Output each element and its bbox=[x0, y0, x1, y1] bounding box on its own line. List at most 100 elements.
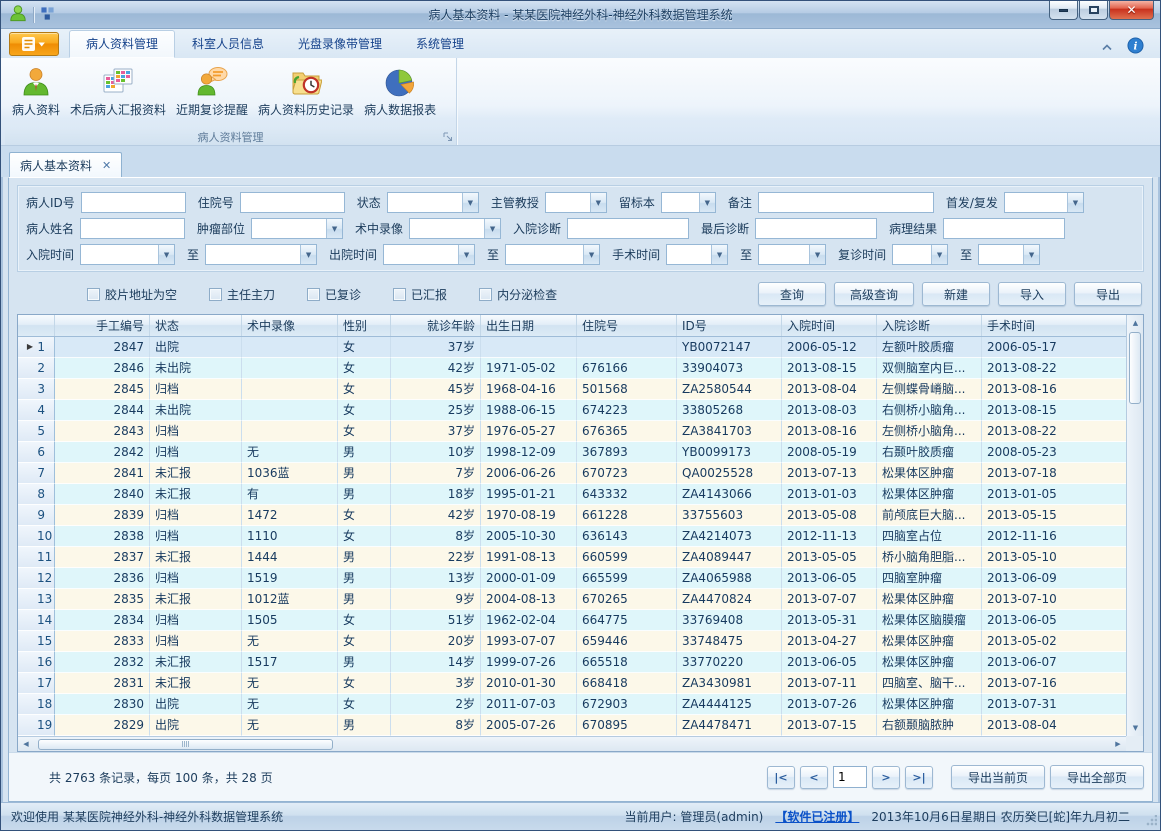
chevron-down-icon[interactable]: ▼ bbox=[484, 219, 500, 238]
combo-input[interactable] bbox=[546, 193, 590, 212]
row-header[interactable]: 17 bbox=[18, 673, 55, 694]
row-header[interactable]: 9 bbox=[18, 505, 55, 526]
combo-input[interactable] bbox=[893, 245, 931, 264]
row-header[interactable]: 19 bbox=[18, 715, 55, 736]
combo-input[interactable] bbox=[759, 245, 809, 264]
next-page-button[interactable]: > bbox=[872, 766, 900, 789]
ribbon-tab[interactable]: 光盘录像带管理 bbox=[281, 30, 399, 58]
combo-input[interactable] bbox=[410, 219, 484, 238]
row-header[interactable]: 18 bbox=[18, 694, 55, 715]
scroll-up-icon[interactable]: ▲ bbox=[1127, 315, 1144, 331]
row-header[interactable]: 12 bbox=[18, 568, 55, 589]
combo-input[interactable] bbox=[384, 245, 458, 264]
collapse-ribbon-icon[interactable] bbox=[1101, 40, 1113, 54]
text-input[interactable] bbox=[567, 218, 689, 239]
info-icon[interactable]: i bbox=[1127, 37, 1144, 57]
quick-access-blocks-icon[interactable] bbox=[40, 6, 55, 24]
page-number-input[interactable] bbox=[833, 766, 867, 788]
table-row[interactable]: 52843归档女37岁1976-05-27676365ZA38417032013… bbox=[18, 421, 1126, 442]
filter-checkbox[interactable]: 内分泌检查 bbox=[479, 286, 557, 303]
combo-input[interactable] bbox=[506, 245, 583, 264]
combo-input[interactable] bbox=[1005, 193, 1067, 212]
ribbon-button[interactable]: 病人资料历史记录 bbox=[253, 62, 359, 121]
combo-box[interactable]: ▼ bbox=[80, 244, 175, 265]
ribbon-tab[interactable]: 科室人员信息 bbox=[175, 30, 281, 58]
vertical-scroll-thumb[interactable] bbox=[1129, 332, 1141, 404]
ribbon-button[interactable]: 病人资料 bbox=[7, 62, 65, 121]
row-header[interactable]: 16 bbox=[18, 652, 55, 673]
combo-box[interactable]: ▼ bbox=[251, 218, 343, 239]
export-current-page-button[interactable]: 导出当前页 bbox=[951, 765, 1045, 789]
column-header[interactable]: 入院时间 bbox=[782, 315, 877, 336]
table-row[interactable]: 102838归档1110女8岁2005-10-30636143ZA4214073… bbox=[18, 526, 1126, 547]
row-header[interactable]: 11 bbox=[18, 547, 55, 568]
chevron-down-icon[interactable]: ▼ bbox=[326, 219, 342, 238]
chevron-down-icon[interactable]: ▼ bbox=[1023, 245, 1039, 264]
filter-checkbox[interactable]: 已汇报 bbox=[393, 286, 447, 303]
combo-input[interactable] bbox=[206, 245, 300, 264]
table-row[interactable]: 192829出院无男8岁2005-07-26670895ZA4478471201… bbox=[18, 715, 1126, 736]
column-header[interactable] bbox=[18, 315, 55, 336]
chevron-down-icon[interactable]: ▼ bbox=[711, 245, 727, 264]
combo-box[interactable]: ▼ bbox=[978, 244, 1040, 265]
horizontal-scroll-thumb[interactable] bbox=[38, 739, 333, 750]
table-row[interactable]: 162832未汇报1517男14岁1999-07-266655183377022… bbox=[18, 652, 1126, 673]
table-row[interactable]: 142834归档1505女51岁1962-02-0466477533769408… bbox=[18, 610, 1126, 631]
last-page-button[interactable]: >| bbox=[905, 766, 933, 789]
combo-input[interactable] bbox=[81, 245, 158, 264]
column-header[interactable]: 性别 bbox=[338, 315, 391, 336]
ribbon-tab[interactable]: 系统管理 bbox=[399, 30, 481, 58]
tab-close-icon[interactable]: ✕ bbox=[102, 159, 111, 172]
prev-page-button[interactable]: < bbox=[800, 766, 828, 789]
combo-box[interactable]: ▼ bbox=[409, 218, 501, 239]
text-input[interactable] bbox=[240, 192, 345, 213]
combo-input[interactable] bbox=[667, 245, 711, 264]
row-header[interactable]: 8 bbox=[18, 484, 55, 505]
filter-checkbox[interactable]: 已复诊 bbox=[307, 286, 361, 303]
table-row[interactable]: ▶12847出院女37岁YB00721472006-05-12左额叶胶质瘤200… bbox=[18, 337, 1126, 358]
chevron-down-icon[interactable]: ▼ bbox=[583, 245, 599, 264]
chevron-down-icon[interactable]: ▼ bbox=[462, 193, 478, 212]
table-row[interactable]: 122836归档1519男13岁2000-01-09665599ZA406598… bbox=[18, 568, 1126, 589]
table-row[interactable]: 152833归档无女20岁1993-07-0765944633748475201… bbox=[18, 631, 1126, 652]
table-row[interactable]: 62842归档无男10岁1998-12-09367893YB0099173200… bbox=[18, 442, 1126, 463]
row-header[interactable]: 15 bbox=[18, 631, 55, 652]
action-button[interactable]: 新建 bbox=[922, 282, 990, 306]
close-button[interactable]: ✕ bbox=[1109, 1, 1154, 20]
column-header[interactable]: 状态 bbox=[150, 315, 242, 336]
table-row[interactable]: 172831未汇报无女3岁2010-01-30668418ZA343098120… bbox=[18, 673, 1126, 694]
text-input[interactable] bbox=[755, 218, 877, 239]
action-button[interactable]: 导入 bbox=[998, 282, 1066, 306]
column-header[interactable]: 手术时间 bbox=[982, 315, 1128, 336]
row-header[interactable]: 6 bbox=[18, 442, 55, 463]
combo-box[interactable]: ▼ bbox=[205, 244, 317, 265]
row-header[interactable]: 10 bbox=[18, 526, 55, 547]
chevron-down-icon[interactable]: ▼ bbox=[699, 193, 715, 212]
combo-box[interactable]: ▼ bbox=[383, 244, 475, 265]
horizontal-scrollbar[interactable]: ◀ ▶ bbox=[18, 736, 1126, 751]
combo-box[interactable]: ▼ bbox=[758, 244, 826, 265]
maximize-button[interactable] bbox=[1079, 1, 1108, 20]
combo-box[interactable]: ▼ bbox=[666, 244, 728, 265]
table-row[interactable]: 92839归档1472女42岁1970-08-19661228337556032… bbox=[18, 505, 1126, 526]
row-header[interactable]: 13 bbox=[18, 589, 55, 610]
license-registered-link[interactable]: 【软件已注册】 bbox=[775, 808, 859, 825]
row-header[interactable]: 5 bbox=[18, 421, 55, 442]
first-page-button[interactable]: |< bbox=[767, 766, 795, 789]
text-input[interactable] bbox=[80, 218, 185, 239]
scroll-right-icon[interactable]: ▶ bbox=[1110, 737, 1126, 752]
chevron-down-icon[interactable]: ▼ bbox=[809, 245, 825, 264]
table-row[interactable]: 132835未汇报1012蓝男9岁2004-08-13670265ZA44708… bbox=[18, 589, 1126, 610]
text-input[interactable] bbox=[81, 192, 186, 213]
table-row[interactable]: 82840未汇报有男18岁1995-01-21643332ZA414306620… bbox=[18, 484, 1126, 505]
table-row[interactable]: 22846未出院女42岁1971-05-02676166339040732013… bbox=[18, 358, 1126, 379]
row-header[interactable]: 2 bbox=[18, 358, 55, 379]
row-header[interactable]: ▶1 bbox=[18, 337, 55, 358]
chevron-down-icon[interactable]: ▼ bbox=[931, 245, 947, 264]
combo-input[interactable] bbox=[662, 193, 699, 212]
vertical-scrollbar[interactable]: ▲ ▼ bbox=[1126, 315, 1143, 736]
combo-box[interactable]: ▼ bbox=[892, 244, 948, 265]
row-header[interactable]: 7 bbox=[18, 463, 55, 484]
combo-input[interactable] bbox=[252, 219, 326, 238]
table-row[interactable]: 72841未汇报1036蓝男7岁2006-06-26670723QA002552… bbox=[18, 463, 1126, 484]
